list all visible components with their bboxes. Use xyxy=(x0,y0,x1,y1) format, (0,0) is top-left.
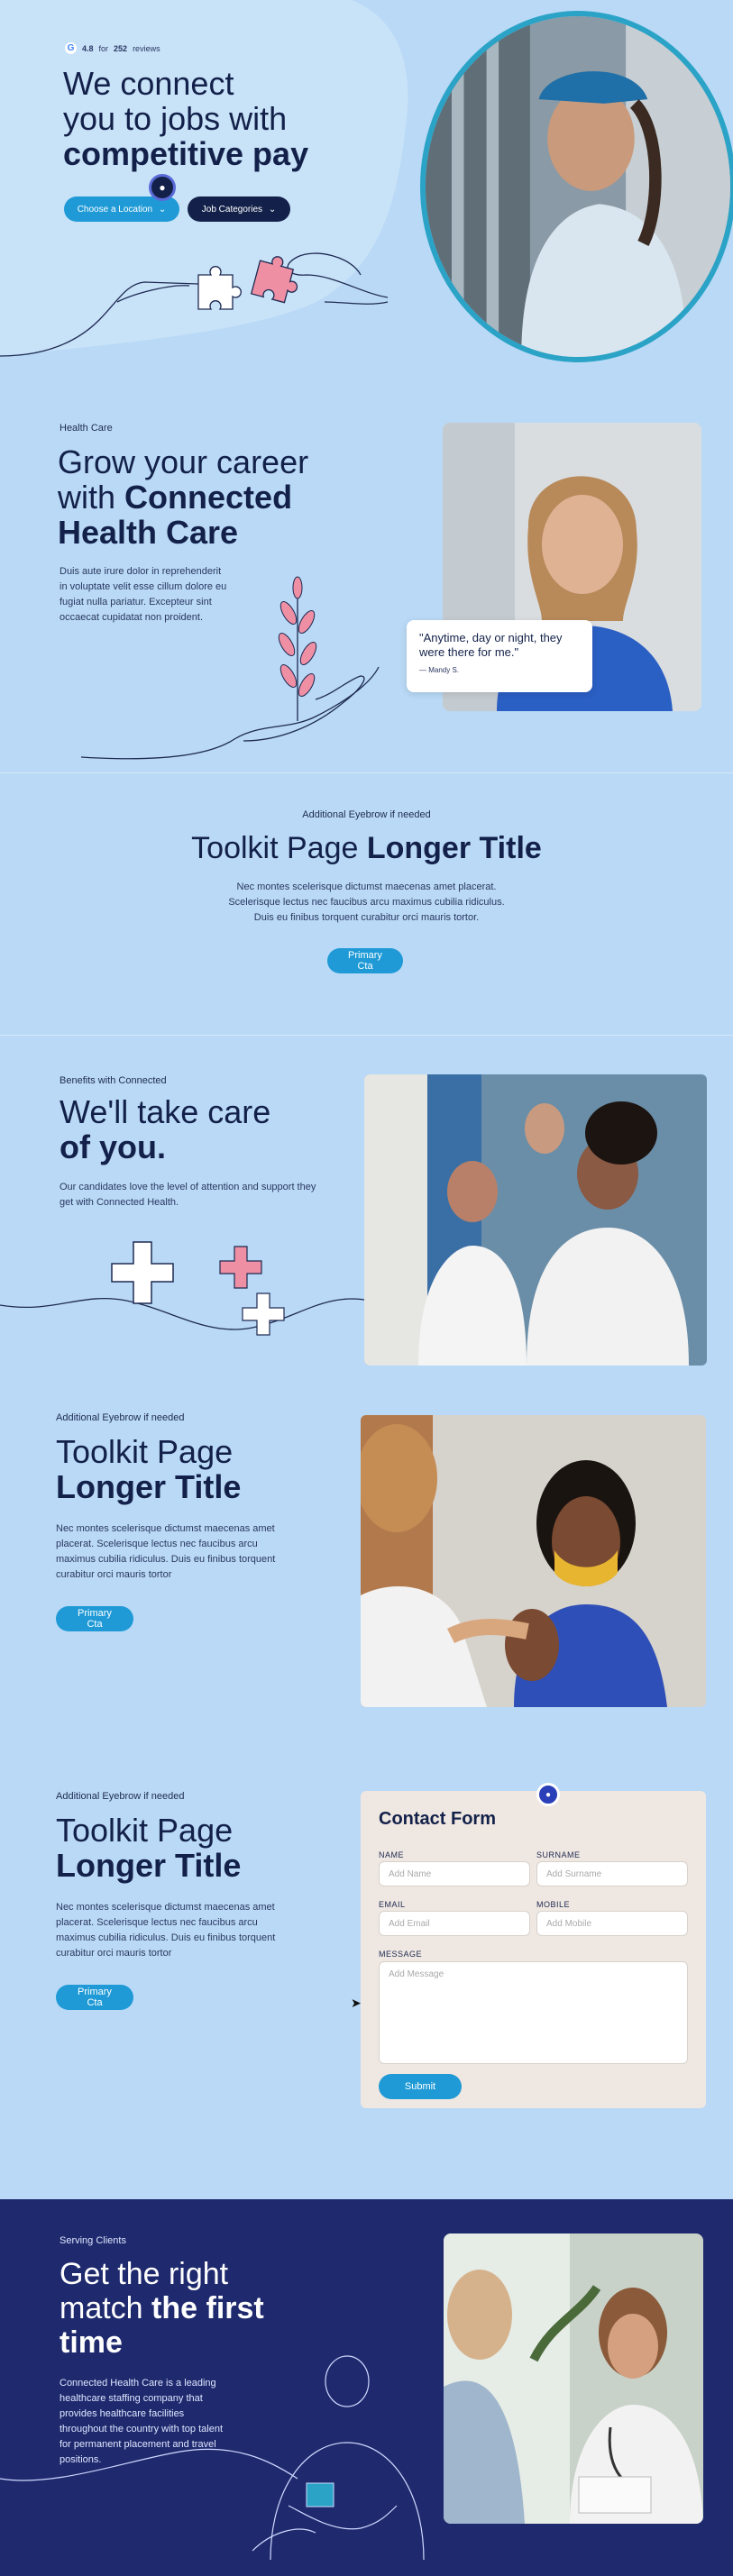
hero-title-bold: competitive pay xyxy=(63,134,309,172)
toolkit-form-section: Additional Eyebrow if needed Toolkit Pag… xyxy=(0,1767,733,2172)
hero-title-line2: you to jobs with xyxy=(63,99,288,137)
chat-assistant-icon[interactable]: ● xyxy=(149,174,176,201)
email-field[interactable] xyxy=(379,1911,530,1936)
crosses-illustration xyxy=(0,1241,370,1336)
puzzle-hands-illustration xyxy=(0,252,389,357)
hero-photo-woman-cap xyxy=(420,11,733,362)
hand-plant-illustration xyxy=(81,576,380,760)
benefits-title-bold: of you. xyxy=(60,1128,166,1165)
google-logo-icon: G xyxy=(65,42,77,54)
submit-button[interactable]: Submit xyxy=(379,2074,462,2099)
chevron-down-icon: ⌄ xyxy=(268,204,277,215)
serving-title-match: match xyxy=(60,2291,143,2326)
toolkit-center-title: Toolkit Page Longer Title xyxy=(0,831,733,866)
serving-title-bold: the first xyxy=(151,2291,264,2326)
chat-assistant-icon[interactable]: ● xyxy=(536,1783,560,1806)
mouse-pointer-icon: ➤ xyxy=(351,1996,362,2010)
doctors-group-photo xyxy=(364,1074,707,1366)
health-eyebrow: Health Care xyxy=(60,423,113,434)
surname-field[interactable] xyxy=(536,1861,688,1886)
health-title-bold1: Connected xyxy=(124,478,293,516)
toolkit-center-body-line3: Duis eu finibus torquent curabitur orci … xyxy=(253,912,480,924)
toolkit-form-title-regular: Toolkit Page xyxy=(56,1812,234,1849)
hero-title: We connect you to jobs with competitive … xyxy=(63,65,309,172)
name-field[interactable] xyxy=(379,1861,530,1886)
rating-badge: G 4.8 for 252 reviews xyxy=(65,42,160,54)
chevron-down-icon: ⌄ xyxy=(158,204,167,215)
testimonial-author: — Mandy S. xyxy=(419,665,460,674)
rating-count: 252 xyxy=(114,43,128,53)
rating-for: for xyxy=(98,43,109,53)
benefits-title: We'll take care of you. xyxy=(60,1093,271,1165)
health-title-line1: Grow your career xyxy=(58,443,309,480)
benefits-title-line1: We'll take care xyxy=(60,1093,271,1130)
mobile-field[interactable] xyxy=(536,1911,688,1936)
vaccination-photo xyxy=(361,1415,706,1707)
benefits-eyebrow: Benefits with Connected xyxy=(60,1075,167,1086)
serving-clients-section: Serving Clients Get the right match the … xyxy=(0,2199,733,2576)
rating-reviews-text: reviews xyxy=(133,43,160,53)
toolkit-left-title-bold: Longer Title xyxy=(56,1467,242,1505)
nurse-line-illustration xyxy=(0,2355,425,2561)
email-label: EMAIL xyxy=(379,1900,406,1909)
choose-location-label: Choose a Location xyxy=(77,204,153,215)
toolkit-form-body: Nec montes scelerisque dictumst maecenas… xyxy=(56,1902,276,1959)
serving-title-line1: Get the right xyxy=(60,2257,229,2291)
toolkit-left-title-regular: Toolkit Page xyxy=(56,1433,234,1470)
primary-cta-button[interactable]: Primary Cta xyxy=(327,948,403,973)
primary-cta-button[interactable]: Primary Cta xyxy=(56,1985,133,2010)
testimonial-quote: "Anytime, day or night, they were there … xyxy=(419,631,563,660)
toolkit-left-section: Additional Eyebrow if needed Toolkit Pag… xyxy=(0,1379,733,1740)
hero-title-line1: We connect xyxy=(63,65,234,102)
mobile-label: MOBILE xyxy=(536,1900,571,1909)
hero-section: G 4.8 for 252 reviews We connect you to … xyxy=(0,0,733,370)
doctor-patient-photo xyxy=(444,2233,703,2524)
toolkit-center-title-regular: Toolkit Page xyxy=(191,831,359,865)
testimonial-card: "Anytime, day or night, they were there … xyxy=(407,620,592,692)
toolkit-form-eyebrow: Additional Eyebrow if needed xyxy=(56,1791,185,1802)
toolkit-left-eyebrow: Additional Eyebrow if needed xyxy=(56,1412,185,1423)
health-care-section: Health Care Grow your career with Connec… xyxy=(0,397,733,775)
toolkit-center-title-bold: Longer Title xyxy=(366,831,542,865)
job-categories-label: Job Categories xyxy=(201,204,263,215)
rating-score: 4.8 xyxy=(82,43,94,53)
toolkit-center-body: Nec montes scelerisque dictumst maecenas… xyxy=(0,880,733,926)
message-label: MESSAGE xyxy=(379,1950,423,1959)
name-label: NAME xyxy=(379,1850,405,1859)
toolkit-center-body-line1: Nec montes scelerisque dictumst maecenas… xyxy=(236,882,497,892)
toolkit-center-eyebrow: Additional Eyebrow if needed xyxy=(302,809,431,820)
primary-cta-button[interactable]: Primary Cta xyxy=(56,1606,133,1631)
contact-form-title: Contact Form xyxy=(379,1809,496,1829)
benefits-section: Benefits with Connected We'll take care … xyxy=(0,1036,733,1378)
job-categories-button[interactable]: Job Categories ⌄ xyxy=(188,196,290,222)
contact-form: ● Contact Form NAME SURNAME EMAIL MOBILE… xyxy=(361,1783,706,2108)
toolkit-form-title: Toolkit Page Longer Title xyxy=(56,1813,241,1884)
health-title-with: with xyxy=(58,478,116,516)
message-field[interactable] xyxy=(379,1961,688,2064)
surname-label: SURNAME xyxy=(536,1850,581,1859)
toolkit-centered-section: Additional Eyebrow if needed Toolkit Pag… xyxy=(0,773,733,1035)
toolkit-left-title: Toolkit Page Longer Title xyxy=(56,1433,242,1505)
toolkit-center-body-line2: Scelerisque lectus nec faucibus arcu max… xyxy=(228,897,505,909)
toolkit-left-body: Nec montes scelerisque dictumst maecenas… xyxy=(56,1523,276,1581)
serving-eyebrow: Serving Clients xyxy=(60,2235,126,2246)
toolkit-form-title-bold: Longer Title xyxy=(56,1846,242,1884)
benefits-body: Our candidates love the level of attenti… xyxy=(60,1182,316,1209)
